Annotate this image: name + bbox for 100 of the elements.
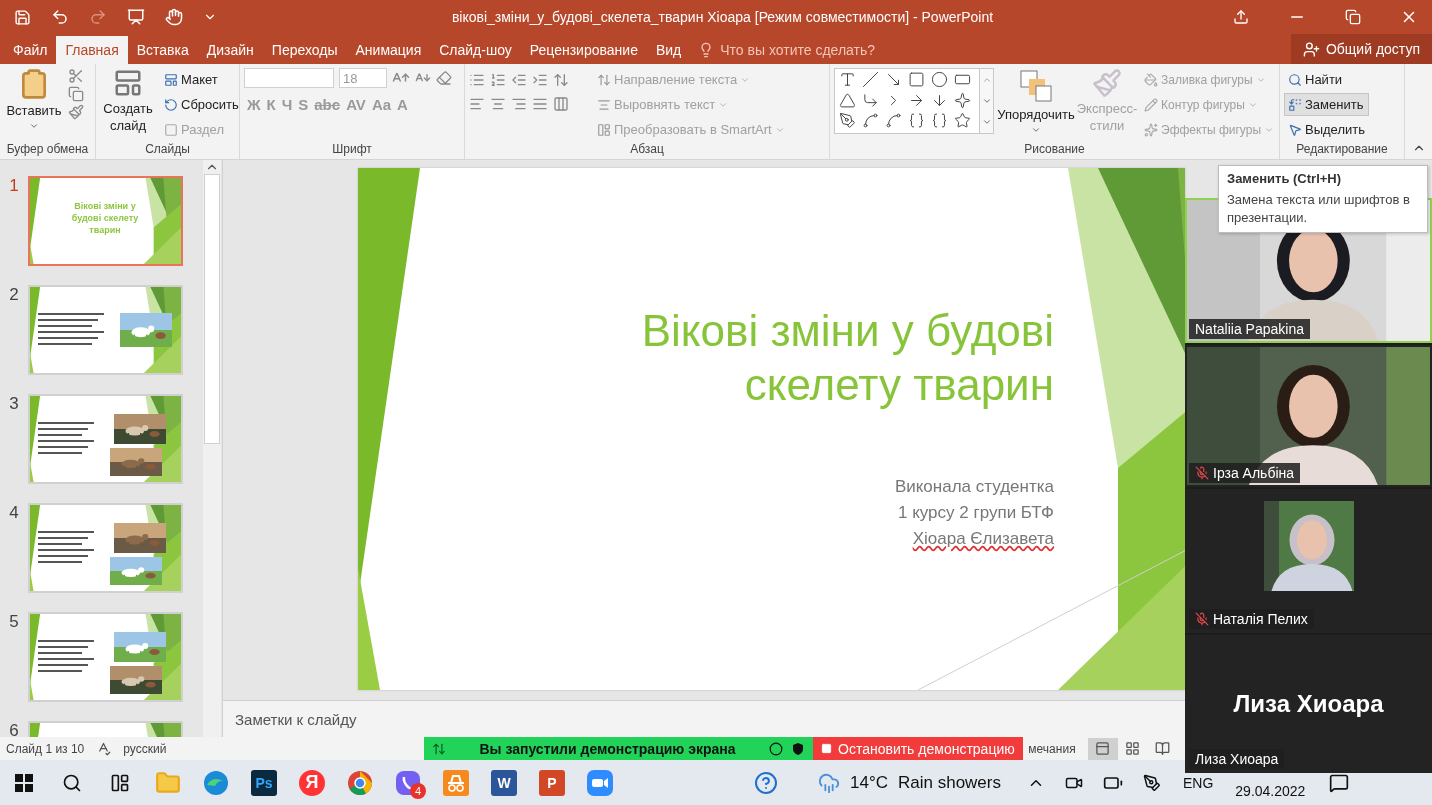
thumbnail-title: Вікові зміни у будові скелету тварин <box>70 200 140 236</box>
paintbrush-icon[interactable] <box>68 104 84 120</box>
scissors-icon[interactable] <box>68 68 84 84</box>
line-icon[interactable] <box>862 71 879 88</box>
undo-icon[interactable] <box>51 8 69 26</box>
ribbon-display-icon[interactable] <box>1233 9 1249 25</box>
columns-icon[interactable] <box>553 96 569 112</box>
slide-thumbnail[interactable] <box>28 394 183 484</box>
paste-button[interactable]: Вставить <box>4 68 64 141</box>
elbow-connector-icon[interactable] <box>862 91 879 109</box>
sparkle-icon[interactable] <box>954 91 971 109</box>
ribbon-tab[interactable]: Вставка <box>127 36 198 64</box>
windows-logo-icon[interactable] <box>15 773 33 792</box>
ribbon-tab[interactable]: Анимация <box>346 36 431 64</box>
app-icon[interactable]: Ps <box>251 769 277 796</box>
gallery-scrollbar[interactable] <box>980 68 994 134</box>
arrange-button[interactable]: Упорядочить <box>998 68 1074 141</box>
freeform-icon[interactable] <box>839 112 856 130</box>
pen-icon[interactable] <box>1143 773 1161 792</box>
tell-me-field[interactable]: Что вы хотите сделать? <box>718 41 903 59</box>
ribbon-button[interactable]: Макет <box>160 68 243 91</box>
search-icon <box>1288 72 1302 87</box>
ribbon-tab[interactable]: Дизайн <box>197 36 263 64</box>
caret-icon <box>1031 125 1041 135</box>
participant-name: Лиза Хиоара <box>1189 749 1285 769</box>
star-icon[interactable] <box>954 112 971 130</box>
ribbon-tab[interactable]: Слайд-шоу <box>430 36 521 64</box>
new-slide-button[interactable]: Создать слайд <box>100 68 156 141</box>
slide-number: 1 <box>8 176 20 196</box>
shield-icon[interactable] <box>791 741 805 756</box>
input-language[interactable]: ENG <box>1183 774 1214 791</box>
notes-button[interactable]: мечания <box>1028 741 1076 756</box>
notes-field[interactable]: Заметки к слайду <box>233 709 537 729</box>
align-left-icon[interactable] <box>469 96 485 112</box>
paint-bucket-icon <box>1144 72 1158 87</box>
browser-icon[interactable] <box>347 769 373 796</box>
notifications-icon[interactable] <box>1329 772 1350 793</box>
group-label: Рисование <box>1023 141 1086 158</box>
arrow-icon[interactable] <box>885 71 902 88</box>
increase-indent-icon[interactable] <box>532 72 548 88</box>
brace-icon[interactable] <box>931 112 948 130</box>
subtitle-line: Хіоара Єлизавета <box>912 528 1054 550</box>
ribbon-button[interactable]: Найти <box>1284 68 1369 91</box>
record-icon[interactable] <box>769 741 783 756</box>
ribbon-button[interactable]: Заменить <box>1284 93 1369 116</box>
app-icon[interactable]: P <box>539 769 565 796</box>
subtitle-line: 1 курсу 2 групи БТФ <box>898 502 1054 524</box>
app-icon[interactable]: W <box>491 769 517 796</box>
slide-thumbnail[interactable] <box>28 503 183 593</box>
line-spacing-icon[interactable] <box>553 72 569 88</box>
brace-icon[interactable] <box>908 112 925 130</box>
view-button[interactable] <box>1087 737 1118 760</box>
text-box-icon[interactable] <box>839 71 856 88</box>
ribbon-button[interactable]: Выделить <box>1284 118 1369 141</box>
font-name-field[interactable] <box>244 68 334 88</box>
shapes-gallery[interactable] <box>834 68 980 134</box>
help-icon[interactable] <box>754 770 778 795</box>
browser-icon[interactable] <box>203 769 229 796</box>
oval-icon[interactable] <box>931 71 948 88</box>
ribbon-tab[interactable]: Вид <box>646 36 691 64</box>
copy-icon[interactable] <box>68 86 84 102</box>
ribbon-button[interactable]: Сбросить <box>160 93 243 116</box>
presentation-icon[interactable] <box>127 8 145 26</box>
share-button[interactable]: Общий доступ <box>1290 34 1432 64</box>
decrease-indent-icon[interactable] <box>511 72 527 88</box>
triangle-icon[interactable] <box>839 91 856 109</box>
group-label: Слайды <box>144 141 191 158</box>
save-icon[interactable] <box>14 8 31 26</box>
app-icon[interactable]: Я <box>299 769 325 796</box>
spell-check-icon[interactable] <box>96 741 112 756</box>
hand-icon[interactable] <box>165 8 183 26</box>
task-view-icon[interactable] <box>110 772 130 793</box>
subtitle-line: Виконала студентка <box>894 476 1054 498</box>
ribbon-tab[interactable]: Рецензирование <box>520 36 647 64</box>
slide-counter: Слайд 1 из 10 <box>6 741 85 756</box>
caret-icon <box>981 96 992 106</box>
video-camera-icon[interactable] <box>587 769 613 796</box>
eraser-icon[interactable] <box>436 70 452 86</box>
search-icon[interactable] <box>62 772 82 793</box>
weather-icon[interactable] <box>818 771 840 794</box>
slide-thumbnail[interactable] <box>28 285 183 375</box>
stop-share-button[interactable]: Остановить демонстрацию <box>813 737 1023 760</box>
ribbon-tab[interactable]: Главная <box>56 36 128 64</box>
justify-icon[interactable] <box>532 96 548 112</box>
align-center-icon[interactable] <box>490 96 506 112</box>
scrollbar-thumb[interactable] <box>204 174 220 444</box>
ribbon-tab[interactable]: Файл <box>4 36 57 64</box>
numbered-list-icon[interactable] <box>490 72 506 88</box>
slide-thumbnail[interactable] <box>28 612 183 702</box>
restore-icon[interactable] <box>1345 9 1361 25</box>
slide-number: 2 <box>8 285 20 305</box>
bullet-list-icon[interactable] <box>469 72 485 88</box>
phone-app-icon[interactable] <box>395 769 421 796</box>
participant-display-name: Лиза Хиоара <box>1233 690 1384 718</box>
align-right-icon[interactable] <box>511 96 527 112</box>
ribbon-tab[interactable]: Переходы <box>262 36 347 64</box>
curve-icon[interactable] <box>862 112 879 130</box>
share-arrow-icon <box>432 741 446 756</box>
clock-date[interactable]: 29.04.2022 <box>1235 783 1306 799</box>
curve-icon[interactable] <box>885 112 902 130</box>
